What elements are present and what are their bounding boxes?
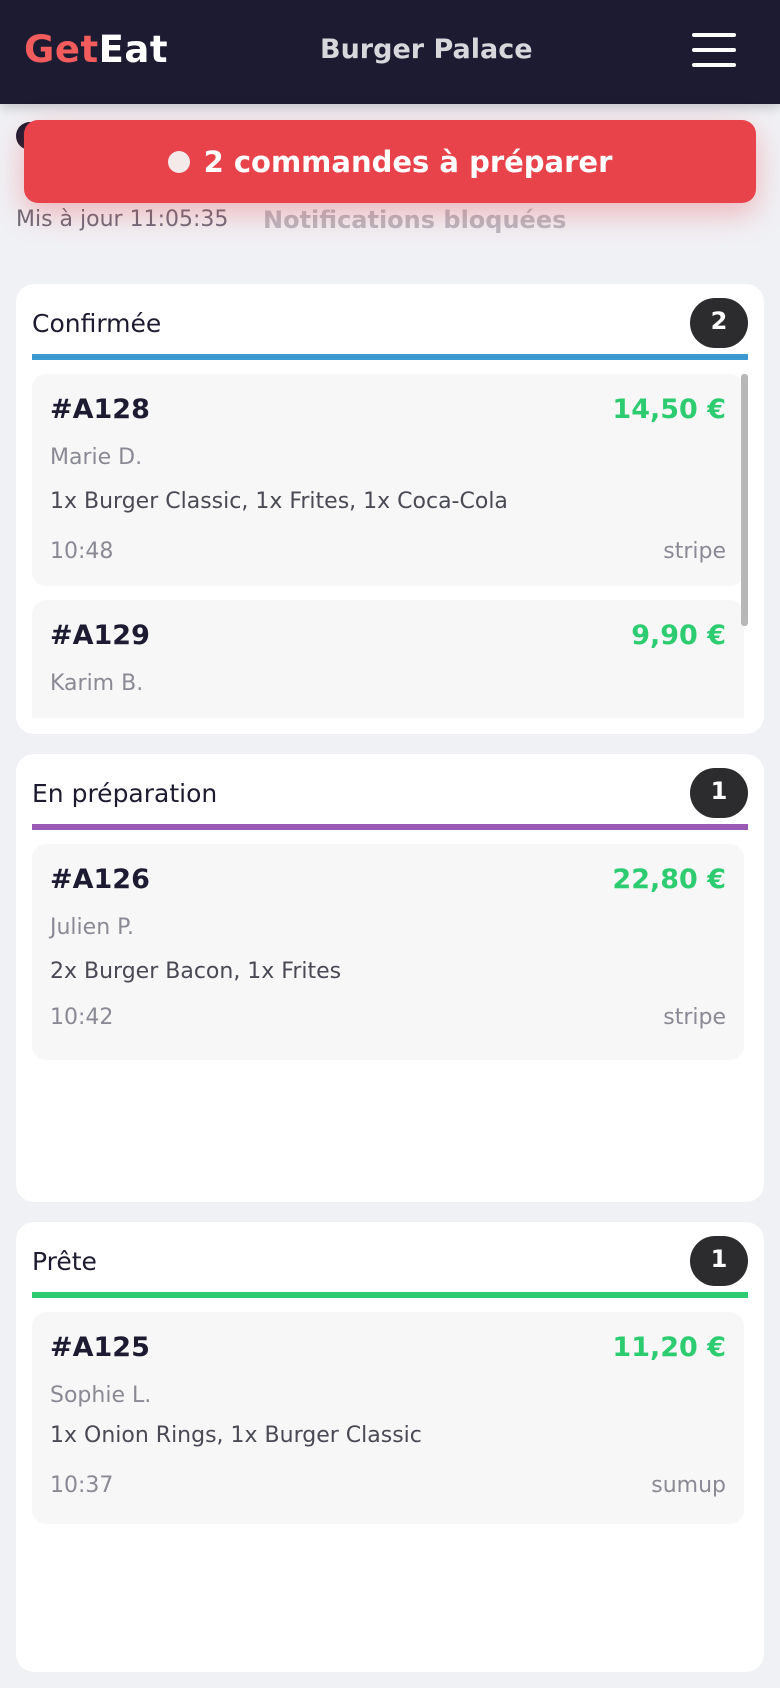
order-items: 2x Burger Bacon, 1x Frites (50, 959, 342, 984)
order-customer: Julien P. (50, 915, 134, 940)
logo-part-get: Get (24, 28, 99, 71)
order-card[interactable]: #A126 22,80 € Julien P. 2x Burger Bacon,… (32, 844, 744, 1060)
column-order-list[interactable]: #A128 14,50 € Marie D. 1x Burger Classic… (32, 374, 748, 718)
column-header: Prête 1 (32, 1236, 748, 1288)
order-id: #A128 (50, 394, 150, 425)
order-payment: stripe (663, 1005, 726, 1030)
order-id: #A125 (50, 1332, 150, 1363)
menu-line (692, 63, 736, 67)
order-items: 1x Burger Classic, 1x Frites, 1x Coca-Co… (50, 489, 508, 514)
restaurant-name: Burger Palace (320, 34, 533, 65)
order-card[interactable]: #A129 9,90 € Karim B. (32, 600, 744, 718)
order-payment: stripe (663, 539, 726, 564)
order-id: #A129 (50, 620, 150, 651)
order-price: 14,50 € (612, 394, 726, 425)
order-customer: Sophie L. (50, 1383, 152, 1408)
logo[interactable]: GetEat (24, 24, 168, 76)
column-header: Confirmée 2 (32, 298, 748, 350)
column-title: Confirmée (32, 309, 162, 338)
column-ready: Prête 1 #A125 11,20 € Sophie L. 1x Onion… (16, 1222, 764, 1672)
order-price: 11,20 € (612, 1332, 726, 1363)
order-time: 10:37 (50, 1473, 114, 1498)
order-payment: sumup (651, 1473, 726, 1498)
column-confirmed: Confirmée 2 #A128 14,50 € Marie D. 1x Bu… (16, 284, 764, 734)
order-card[interactable]: #A128 14,50 € Marie D. 1x Burger Classic… (32, 374, 744, 586)
order-id: #A126 (50, 864, 150, 895)
column-color-bar (32, 354, 748, 360)
last-updated: Mis à jour 11:05:35 (16, 207, 229, 232)
column-color-bar (32, 1292, 748, 1298)
scrollbar[interactable] (741, 374, 748, 626)
order-price: 22,80 € (612, 864, 726, 895)
order-card[interactable]: #A125 11,20 € Sophie L. 1x Onion Rings, … (32, 1312, 744, 1524)
hamburger-menu-icon[interactable] (692, 33, 736, 69)
logo-part-eat: Eat (98, 28, 169, 71)
column-order-list[interactable]: #A125 11,20 € Sophie L. 1x Onion Rings, … (32, 1312, 748, 1656)
pending-orders-alert[interactable]: 2 commandes à préparer (24, 120, 756, 203)
column-title: Prête (32, 1247, 97, 1276)
menu-line (692, 48, 736, 52)
order-count-badge: 1 (690, 768, 748, 818)
column-color-bar (32, 824, 748, 830)
column-preparing: En préparation 1 #A126 22,80 € Julien P.… (16, 754, 764, 1202)
order-time: 10:42 (50, 1005, 114, 1030)
order-count-badge: 2 (690, 298, 748, 348)
order-price: 9,90 € (631, 620, 726, 651)
alert-text: 2 commandes à préparer (203, 144, 613, 179)
column-header: En préparation 1 (32, 768, 748, 820)
column-title: En préparation (32, 779, 218, 808)
order-time: 10:48 (50, 539, 114, 564)
column-order-list[interactable]: #A126 22,80 € Julien P. 2x Burger Bacon,… (32, 844, 748, 1186)
menu-line (692, 33, 736, 37)
app-header: GetEat Burger Palace (0, 0, 780, 104)
order-count-badge: 1 (690, 1236, 748, 1286)
notifications-status[interactable]: Notifications bloquées (263, 204, 566, 236)
order-items: 1x Onion Rings, 1x Burger Classic (50, 1423, 422, 1448)
alert-dot-icon (167, 150, 190, 173)
order-customer: Marie D. (50, 445, 143, 470)
order-customer: Karim B. (50, 671, 144, 696)
